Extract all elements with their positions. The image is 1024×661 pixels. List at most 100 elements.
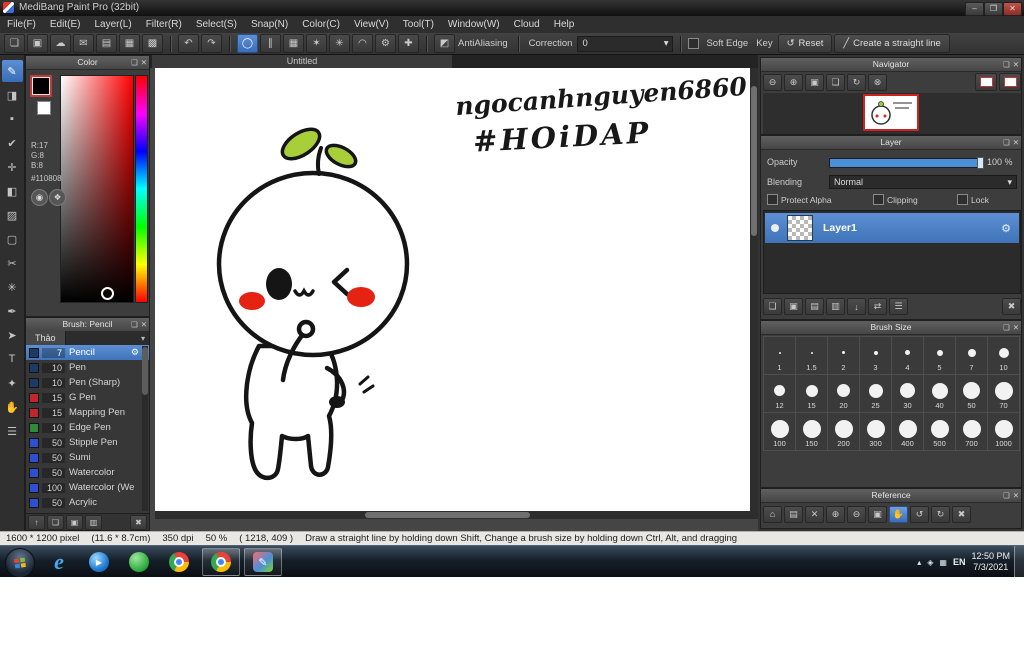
move-tool[interactable]: ✛ bbox=[2, 156, 23, 178]
menu-window[interactable]: Window(W) bbox=[441, 17, 507, 33]
layer-row[interactable]: Layer1 ⚙ bbox=[765, 213, 1019, 243]
brush-item[interactable]: 10 Pen bbox=[26, 360, 149, 375]
transfer-layer-icon[interactable]: ▥ bbox=[826, 298, 845, 315]
new-layer-icon[interactable]: ❏ bbox=[763, 298, 782, 315]
cloud-icon[interactable]: ☁ bbox=[50, 34, 71, 53]
brush-size-option[interactable]: 20 bbox=[827, 374, 860, 413]
close-icon[interactable]: ✕ bbox=[1013, 58, 1019, 71]
layer-visibility-icon[interactable] bbox=[771, 224, 779, 232]
taskbar-media-player-button[interactable]: ▶ bbox=[80, 548, 118, 576]
merge-down-icon[interactable]: ↓ bbox=[847, 298, 866, 315]
vertical-scrollbar[interactable] bbox=[750, 68, 758, 511]
soft-edge-checkbox[interactable]: Soft Edge bbox=[688, 38, 751, 49]
popout-icon[interactable]: ❏ bbox=[1003, 321, 1010, 334]
trash-icon[interactable]: ✖ bbox=[1002, 298, 1021, 315]
palette-icon[interactable]: ❖ bbox=[49, 189, 66, 206]
restore-button[interactable]: ❐ bbox=[984, 2, 1003, 16]
network-icon[interactable]: ◈ bbox=[927, 558, 933, 567]
scrollbar-thumb[interactable] bbox=[751, 86, 757, 236]
show-desktop-button[interactable] bbox=[1014, 546, 1024, 578]
brush-size-option[interactable]: 30 bbox=[891, 374, 924, 413]
zoom-in-icon[interactable]: ⊕ bbox=[784, 74, 803, 91]
protect-alpha-checkbox[interactable]: Protect Alpha bbox=[767, 194, 832, 205]
gear-icon[interactable]: ⚙ bbox=[1001, 222, 1011, 235]
undo-icon[interactable]: ↶ bbox=[178, 34, 199, 53]
menu-edit[interactable]: Edit(E) bbox=[43, 17, 88, 33]
snap-parallel-icon[interactable]: ∥ bbox=[260, 34, 281, 53]
brush-size-option[interactable]: 15 bbox=[795, 374, 828, 413]
opacity-slider[interactable] bbox=[829, 158, 983, 168]
clipping-checkbox[interactable]: Clipping bbox=[873, 194, 918, 205]
brush-item[interactable]: 7 Pencil ⚙ bbox=[26, 345, 149, 360]
background-color-swatch[interactable] bbox=[37, 101, 51, 115]
language-indicator[interactable]: EN bbox=[953, 557, 966, 567]
nav-preview-button[interactable] bbox=[975, 73, 997, 91]
menu-tool[interactable]: Tool(T) bbox=[396, 17, 441, 33]
brush-size-option[interactable]: 1 bbox=[763, 336, 796, 375]
menu-snap[interactable]: Snap(N) bbox=[244, 17, 295, 33]
menu-file[interactable]: File(F) bbox=[0, 17, 43, 33]
message-icon[interactable]: ✉ bbox=[73, 34, 94, 53]
brush-item[interactable]: 10 Pen (Sharp) bbox=[26, 375, 149, 390]
taskbar-green-app-button[interactable] bbox=[120, 548, 158, 576]
snap-vanishing-icon[interactable]: ✶ bbox=[306, 34, 327, 53]
menu-select[interactable]: Select(S) bbox=[189, 17, 244, 33]
actual-size-icon[interactable]: ❏ bbox=[826, 74, 845, 91]
material-panel-icon[interactable]: ▩ bbox=[142, 34, 163, 53]
popout-icon[interactable]: ❏ bbox=[131, 318, 138, 331]
fit-icon[interactable]: ▣ bbox=[868, 506, 887, 523]
save-icon[interactable]: ▣ bbox=[27, 34, 48, 53]
close-image-icon[interactable]: ✖ bbox=[952, 506, 971, 523]
fit-view-icon[interactable]: ▣ bbox=[805, 74, 824, 91]
saturation-value-picker[interactable] bbox=[60, 75, 134, 303]
chevron-down-icon[interactable]: ▾ bbox=[141, 334, 145, 343]
snap-ellipse-icon[interactable]: ◠ bbox=[352, 34, 373, 53]
rotate-left-icon[interactable]: ↺ bbox=[910, 506, 929, 523]
swap-layer-icon[interactable]: ⇄ bbox=[868, 298, 887, 315]
brush-size-option[interactable]: 1000 bbox=[987, 412, 1020, 451]
select-tool[interactable]: ▢ bbox=[2, 228, 23, 250]
menu-filter[interactable]: Filter(R) bbox=[139, 17, 189, 33]
brush-item[interactable]: 50 Sumi bbox=[26, 450, 149, 465]
menu-layer[interactable]: Layer(L) bbox=[87, 17, 138, 33]
new-canvas-icon[interactable]: ❏ bbox=[4, 34, 25, 53]
brush-size-option[interactable]: 700 bbox=[955, 412, 988, 451]
reset-rotation-icon[interactable]: ⊗ bbox=[868, 74, 887, 91]
taskbar-chrome-button[interactable] bbox=[160, 548, 198, 576]
create-straight-line-button[interactable]: ╱ Create a straight line bbox=[834, 34, 949, 53]
brush-size-option[interactable]: 7 bbox=[955, 336, 988, 375]
text-tool[interactable]: T bbox=[2, 348, 23, 370]
export-icon[interactable]: ▤ bbox=[96, 34, 117, 53]
close-icon[interactable]: ✕ bbox=[1013, 321, 1019, 334]
duplicate-layer-icon[interactable]: ▤ bbox=[805, 298, 824, 315]
new-folder-icon[interactable]: ▣ bbox=[784, 298, 803, 315]
taskbar-ie-button[interactable]: e bbox=[40, 548, 78, 576]
color-cursor[interactable] bbox=[101, 287, 114, 300]
snap-add-icon[interactable]: ✚ bbox=[398, 34, 419, 53]
reset-button[interactable]: ↺ Reset bbox=[778, 34, 833, 53]
new-brush-icon[interactable]: ❏ bbox=[47, 515, 64, 530]
gradient-tool[interactable]: ▨ bbox=[2, 204, 23, 226]
brush-size-option[interactable]: 3 bbox=[859, 336, 892, 375]
brush-size-option[interactable]: 40 bbox=[923, 374, 956, 413]
brush-item[interactable]: 50 Acrylic bbox=[26, 495, 149, 510]
brush-item[interactable]: 15 Mapping Pen bbox=[26, 405, 149, 420]
close-button[interactable]: ✕ bbox=[1003, 2, 1022, 16]
eyedropper-tool[interactable]: ✦ bbox=[2, 372, 23, 394]
start-button[interactable] bbox=[5, 548, 35, 578]
popout-icon[interactable]: ❏ bbox=[1003, 489, 1010, 502]
lock-checkbox[interactable]: Lock bbox=[957, 194, 989, 205]
layer-menu-icon[interactable]: ☰ bbox=[889, 298, 908, 315]
volume-icon[interactable]: ▦ bbox=[939, 558, 947, 567]
grid-icon[interactable]: ▦ bbox=[119, 34, 140, 53]
close-icon[interactable]: ✕ bbox=[1013, 489, 1019, 502]
select-pen-tool[interactable]: ✔ bbox=[2, 132, 23, 154]
brush-item[interactable]: 50 Stipple Pen bbox=[26, 435, 149, 450]
home-icon[interactable]: ⌂ bbox=[763, 506, 782, 523]
brush-list-scrollbar[interactable] bbox=[142, 346, 148, 511]
brush-item[interactable]: 100 Watercolor (We bbox=[26, 480, 149, 495]
close-icon[interactable]: ✕ bbox=[141, 318, 147, 331]
brush-size-option[interactable]: 400 bbox=[891, 412, 924, 451]
taskbar-clock[interactable]: 12:50 PM 7/3/2021 bbox=[971, 551, 1010, 573]
brush-size-option[interactable]: 200 bbox=[827, 412, 860, 451]
